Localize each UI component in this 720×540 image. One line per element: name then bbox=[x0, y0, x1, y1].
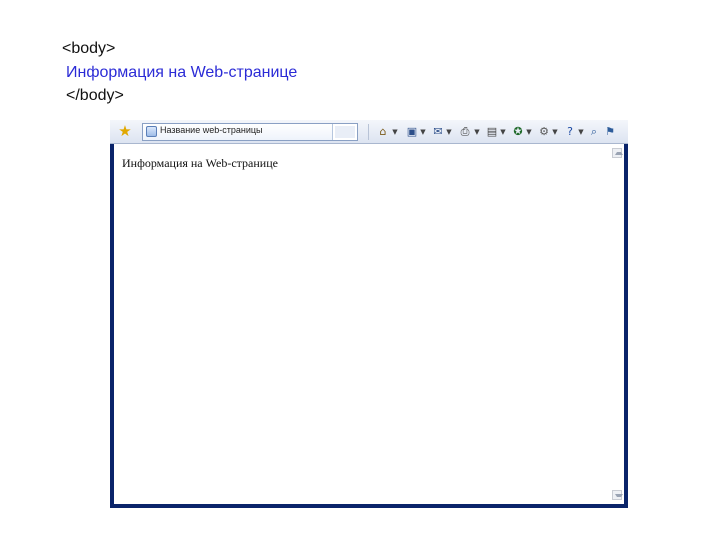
dropdown-arrow-icon[interactable]: ▼ bbox=[500, 124, 506, 140]
star-icon[interactable]: ★ bbox=[118, 124, 132, 139]
home-icon[interactable]: ⌂ bbox=[376, 124, 390, 140]
tab-strip: Название web-страницы bbox=[142, 123, 358, 141]
code-body-open: <body> bbox=[62, 40, 116, 57]
browser-toolbar: ★ Название web-страницы ⌂ ▼ ▣ ▼ ✉ ▼ ⎙ ▼ … bbox=[110, 120, 628, 144]
dropdown-arrow-icon[interactable]: ▼ bbox=[526, 124, 532, 140]
help-icon[interactable]: ? bbox=[564, 124, 576, 140]
page-text: Информация на Web-странице bbox=[122, 156, 278, 170]
code-body-content: Информация на Web-странице bbox=[66, 64, 298, 81]
scroll-down-button[interactable] bbox=[612, 490, 623, 500]
scroll-up-button[interactable] bbox=[612, 148, 623, 158]
dropdown-arrow-icon[interactable]: ▼ bbox=[420, 124, 426, 140]
feeds-icon[interactable]: ▣ bbox=[406, 124, 418, 140]
code-body-close: </body> bbox=[66, 87, 124, 104]
dropdown-arrow-icon[interactable]: ▼ bbox=[446, 124, 452, 140]
mail-icon[interactable]: ✉ bbox=[432, 124, 444, 140]
page-icon[interactable]: ▤ bbox=[486, 124, 498, 140]
safety-icon[interactable]: ✪ bbox=[512, 124, 524, 140]
dropdown-arrow-icon[interactable]: ▼ bbox=[392, 124, 398, 140]
dropdown-arrow-icon[interactable]: ▼ bbox=[578, 124, 584, 140]
page-viewport: Информация на Web-странице bbox=[114, 144, 624, 504]
new-tab-button[interactable] bbox=[335, 126, 355, 138]
dropdown-arrow-icon[interactable]: ▼ bbox=[552, 124, 558, 140]
dropdown-arrow-icon[interactable]: ▼ bbox=[474, 124, 480, 140]
browser-window: ★ Название web-страницы ⌂ ▼ ▣ ▼ ✉ ▼ ⎙ ▼ … bbox=[110, 120, 628, 508]
tab-active[interactable]: Название web-страницы bbox=[143, 124, 333, 140]
bookmark-icon[interactable]: ⚑ bbox=[604, 124, 616, 140]
tools-icon[interactable]: ⚙ bbox=[538, 124, 550, 140]
tab-title: Название web-страницы bbox=[160, 125, 263, 135]
page-favicon-icon bbox=[146, 126, 157, 137]
research-icon[interactable]: ⌕ bbox=[588, 124, 600, 140]
toolbar-separator bbox=[368, 124, 369, 140]
print-icon[interactable]: ⎙ bbox=[458, 124, 472, 140]
